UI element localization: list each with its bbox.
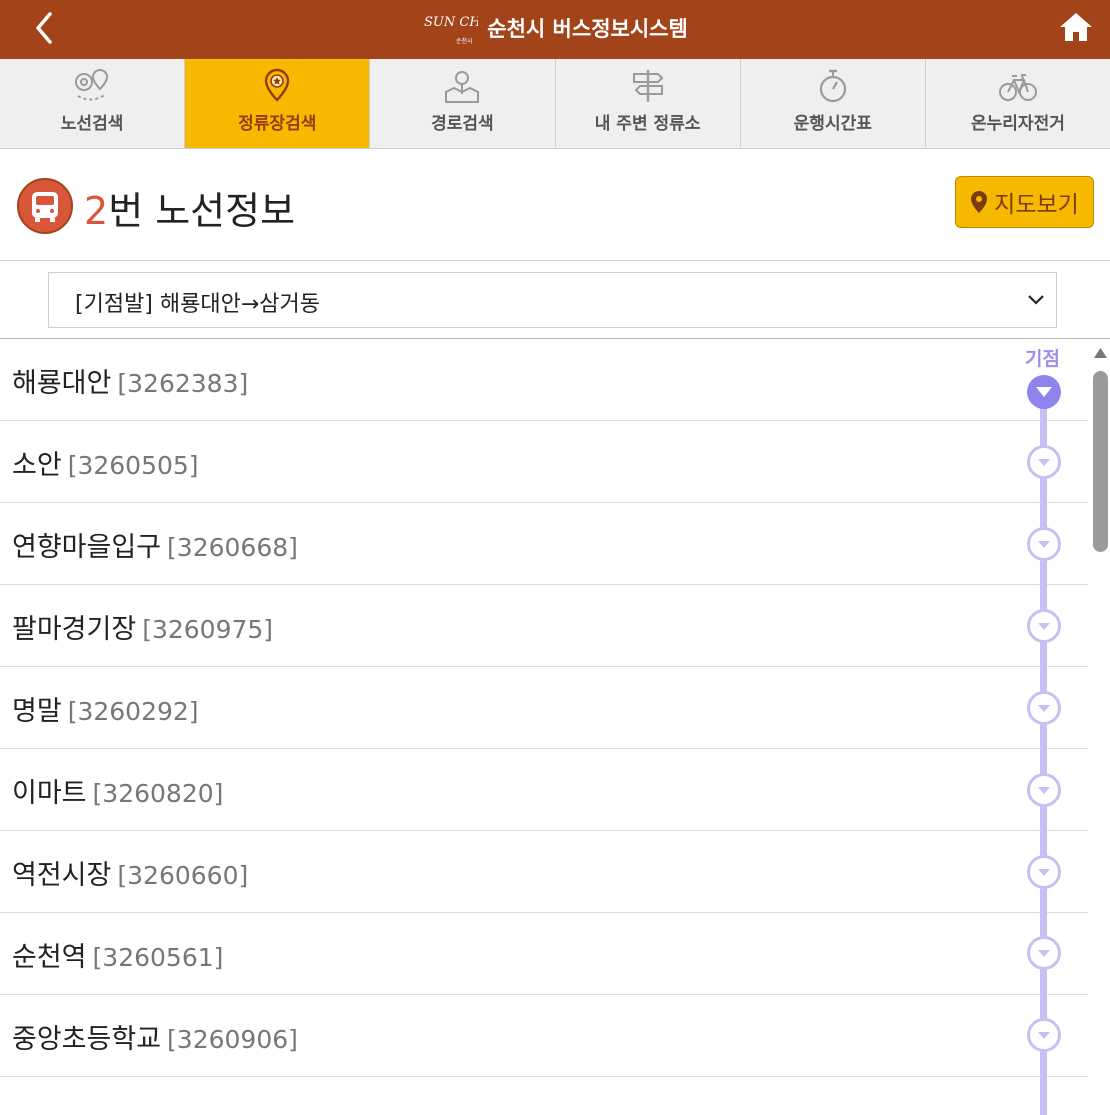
start-point-label: 기점 <box>1025 348 1060 370</box>
app-title: 순천시 버스정보시스템 <box>487 17 688 41</box>
stop-id: [3260292] <box>67 697 199 726</box>
stop-name: 역전시장 [3260660] <box>12 860 249 891</box>
svg-text:순천시: 순천시 <box>456 37 473 45</box>
stop-node-down-icon <box>1027 1018 1061 1052</box>
view-map-label: 지도보기 <box>994 192 1079 218</box>
brand: SUN CHEON 순천시 순천시 버스정보시스템 <box>0 10 1110 46</box>
tab-label: 운행시간표 <box>793 114 872 134</box>
tab-label: 정류장검색 <box>238 114 317 134</box>
stop-node-down-icon <box>1027 445 1061 479</box>
page-title: 2번 노선정보 <box>84 180 295 235</box>
stop-node-down-icon <box>1027 609 1061 643</box>
stop-row[interactable]: 팔마경기장 [3260975] <box>0 585 1088 667</box>
scrollbar-thumb[interactable] <box>1093 371 1108 552</box>
stop-search-icon <box>265 68 290 102</box>
stop-name: 소안 [3260505] <box>12 450 199 481</box>
stop-name: 중앙초등학교 [3260906] <box>12 1024 298 1055</box>
stop-node-down-icon <box>1027 773 1061 807</box>
chevron-down-icon <box>1028 295 1044 305</box>
tab-bicycle[interactable]: 온누리자전거 <box>926 59 1110 148</box>
signpost-icon <box>632 70 664 102</box>
main-tabs: 노선검색 정류장검색 경로검색 내 주변 정류소 운행시간표 온누리자전거 <box>0 59 1110 149</box>
stop-row[interactable]: 연향마을입구 [3260668] <box>0 503 1088 585</box>
bicycle-icon <box>998 74 1037 101</box>
stop-node-down-icon <box>1027 691 1061 725</box>
stop-node-down-icon <box>1027 855 1061 889</box>
tab-timetable[interactable]: 운행시간표 <box>741 59 926 148</box>
direction-selected-value: [기점발] 해룡대안→삼거동 <box>75 292 320 317</box>
stop-id: [3260561] <box>92 943 224 972</box>
tab-path-search[interactable]: 경로검색 <box>370 59 556 148</box>
map-pin-icon <box>971 191 988 213</box>
direction-select[interactable]: [기점발] 해룡대안→삼거동 <box>48 272 1057 328</box>
stop-name: 명말 [3260292] <box>12 696 199 727</box>
tab-label: 내 주변 정류소 <box>594 114 701 134</box>
route-title-row: 2번 노선정보 지도보기 <box>0 149 1110 261</box>
tab-nearby-stops[interactable]: 내 주변 정류소 <box>556 59 741 148</box>
route-number: 2 <box>84 189 109 233</box>
stop-id: [3260660] <box>117 861 249 890</box>
stop-id: [3260975] <box>142 615 274 644</box>
scrollbar[interactable] <box>1091 339 1110 1103</box>
stop-id: [3260820] <box>92 779 224 808</box>
route-timeline-line <box>1040 395 1047 1115</box>
view-map-button[interactable]: 지도보기 <box>955 176 1094 228</box>
start-node-down-icon <box>1027 375 1061 409</box>
stop-name: 이마트 [3260820] <box>12 778 224 809</box>
path-search-icon <box>445 71 480 103</box>
stop-name: 연향마을입구 [3260668] <box>12 532 298 563</box>
route-title-suffix: 번 노선정보 <box>108 189 296 233</box>
stop-id: [3262383] <box>117 369 249 398</box>
route-search-icon <box>75 68 109 101</box>
stop-row[interactable]: 이마트 [3260820] <box>0 749 1088 831</box>
scroll-up-arrow-icon[interactable] <box>1093 347 1108 359</box>
svg-text:SUN CHEON: SUN CHEON <box>424 15 478 30</box>
tab-route-search[interactable]: 노선검색 <box>0 59 186 148</box>
stop-row[interactable]: 역전시장 [3260660] <box>0 831 1088 913</box>
app-header: SUN CHEON 순천시 순천시 버스정보시스템 <box>0 0 1110 59</box>
tab-label: 노선검색 <box>60 114 124 134</box>
stop-node-down-icon <box>1027 936 1061 970</box>
stop-row[interactable]: 해룡대안 [3262383] <box>0 339 1088 421</box>
stop-id: [3260906] <box>167 1025 298 1054</box>
stop-id: [3260668] <box>167 533 298 562</box>
home-icon[interactable] <box>1056 9 1096 45</box>
tab-label: 온누리자전거 <box>971 114 1065 134</box>
stop-id: [3260505] <box>67 451 199 480</box>
bus-icon <box>17 178 73 234</box>
stop-row[interactable]: 중앙초등학교 [3260906] <box>0 995 1088 1077</box>
stopwatch-icon <box>819 69 846 103</box>
suncheon-logo: SUN CHEON 순천시 <box>424 15 478 45</box>
stop-row[interactable]: 명말 [3260292] <box>0 667 1088 749</box>
tab-stop-search[interactable]: 정류장검색 <box>185 59 371 148</box>
stop-row[interactable]: 소안 [3260505] <box>0 421 1088 503</box>
stop-name: 팔마경기장 [3260975] <box>12 614 274 645</box>
stop-node-down-icon <box>1027 527 1061 561</box>
stop-list: 해룡대안 [3262383] 소안 [3260505] 연향마을입구 [3260668… <box>0 339 1088 1103</box>
tab-label: 경로검색 <box>431 114 494 134</box>
stop-name: 해룡대안 [3262383] <box>12 368 249 399</box>
stop-row[interactable]: 순천역 [3260561] <box>0 913 1088 995</box>
stop-name: 순천역 [3260561] <box>12 942 224 973</box>
